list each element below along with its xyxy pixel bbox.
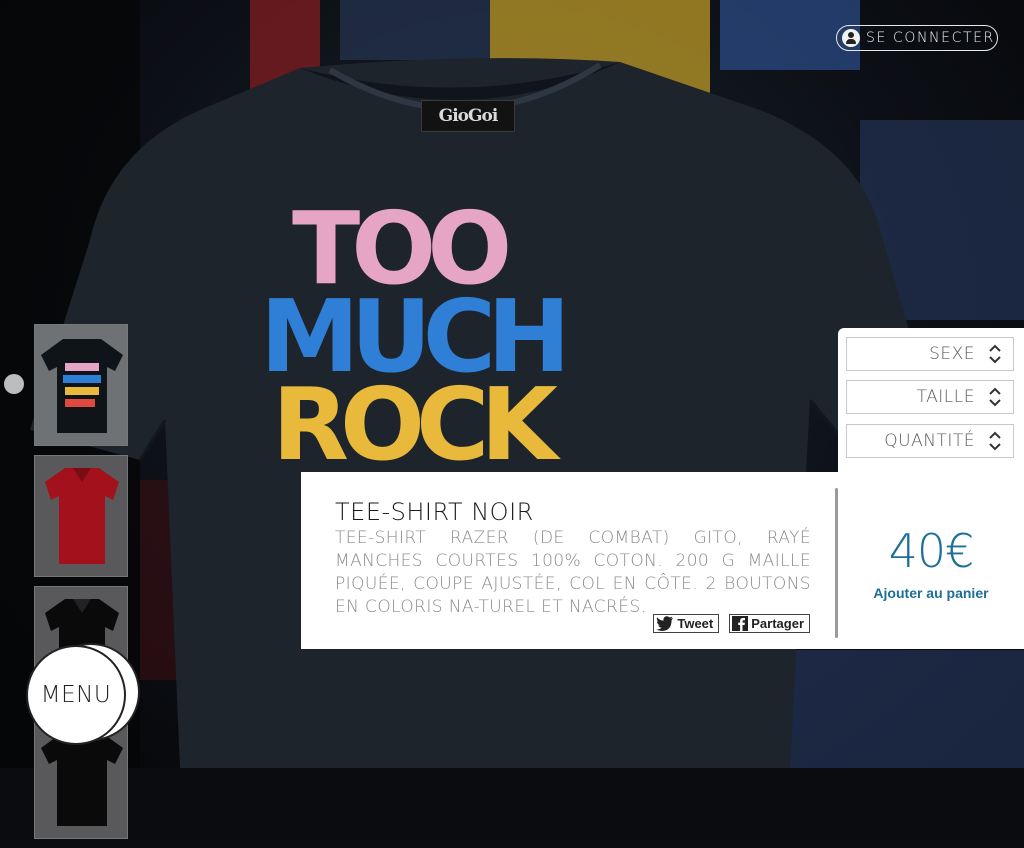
share-buttons: Tweet Partager bbox=[653, 614, 810, 633]
carousel-indicator-dot[interactable] bbox=[4, 374, 24, 394]
thumbnail-tee-image bbox=[41, 339, 123, 433]
share-label: Partager bbox=[751, 616, 804, 631]
thumbnail-red-polo[interactable] bbox=[34, 455, 128, 577]
sexe-select[interactable]: SEXE bbox=[846, 337, 1014, 371]
product-thumbnails bbox=[34, 324, 130, 848]
taille-select[interactable]: TAILLE bbox=[846, 380, 1014, 414]
product-options-panel: SEXE TAILLE QUANTITÉ bbox=[838, 328, 1024, 473]
neck-brand-label: GioGoi bbox=[421, 100, 515, 132]
up-down-chevron-icon bbox=[989, 430, 1001, 452]
print-line-3: ROCK bbox=[272, 366, 558, 483]
card-divider bbox=[835, 488, 838, 638]
taille-label: TAILLE bbox=[916, 387, 975, 407]
shirt-print-graphic: TOO MUCH ROCK bbox=[260, 199, 680, 483]
tweet-button[interactable]: Tweet bbox=[653, 614, 720, 633]
facebook-share-button[interactable]: Partager bbox=[729, 614, 810, 633]
login-label: SE CONNECTER bbox=[866, 30, 995, 46]
user-icon bbox=[842, 29, 860, 47]
thumbnail-polo-image bbox=[45, 468, 119, 564]
product-info-card: TEE-SHIRT NOIR TEE-SHIRT RAZER (DE COMBA… bbox=[301, 472, 1024, 649]
menu-button[interactable]: MENU bbox=[26, 645, 126, 745]
login-button[interactable]: SE CONNECTER bbox=[836, 25, 998, 51]
quantite-label: QUANTITÉ bbox=[884, 431, 975, 451]
product-title: TEE-SHIRT NOIR bbox=[335, 498, 534, 526]
product-price: 40€ bbox=[888, 524, 975, 578]
quantite-select[interactable]: QUANTITÉ bbox=[846, 424, 1014, 458]
thumbnail-black-tee-too-much-rock[interactable] bbox=[34, 324, 128, 446]
facebook-icon bbox=[732, 616, 749, 631]
tweet-label: Tweet bbox=[677, 616, 714, 631]
product-description: TEE-SHIRT RAZER (DE COMBAT) GITO, RAYÉ M… bbox=[335, 528, 811, 617]
add-to-cart-button[interactable]: Ajouter au panier bbox=[861, 585, 1001, 601]
up-down-chevron-icon bbox=[989, 343, 1001, 365]
sexe-label: SEXE bbox=[929, 344, 975, 364]
up-down-chevron-icon bbox=[989, 386, 1001, 408]
twitter-bird-icon bbox=[656, 616, 674, 631]
